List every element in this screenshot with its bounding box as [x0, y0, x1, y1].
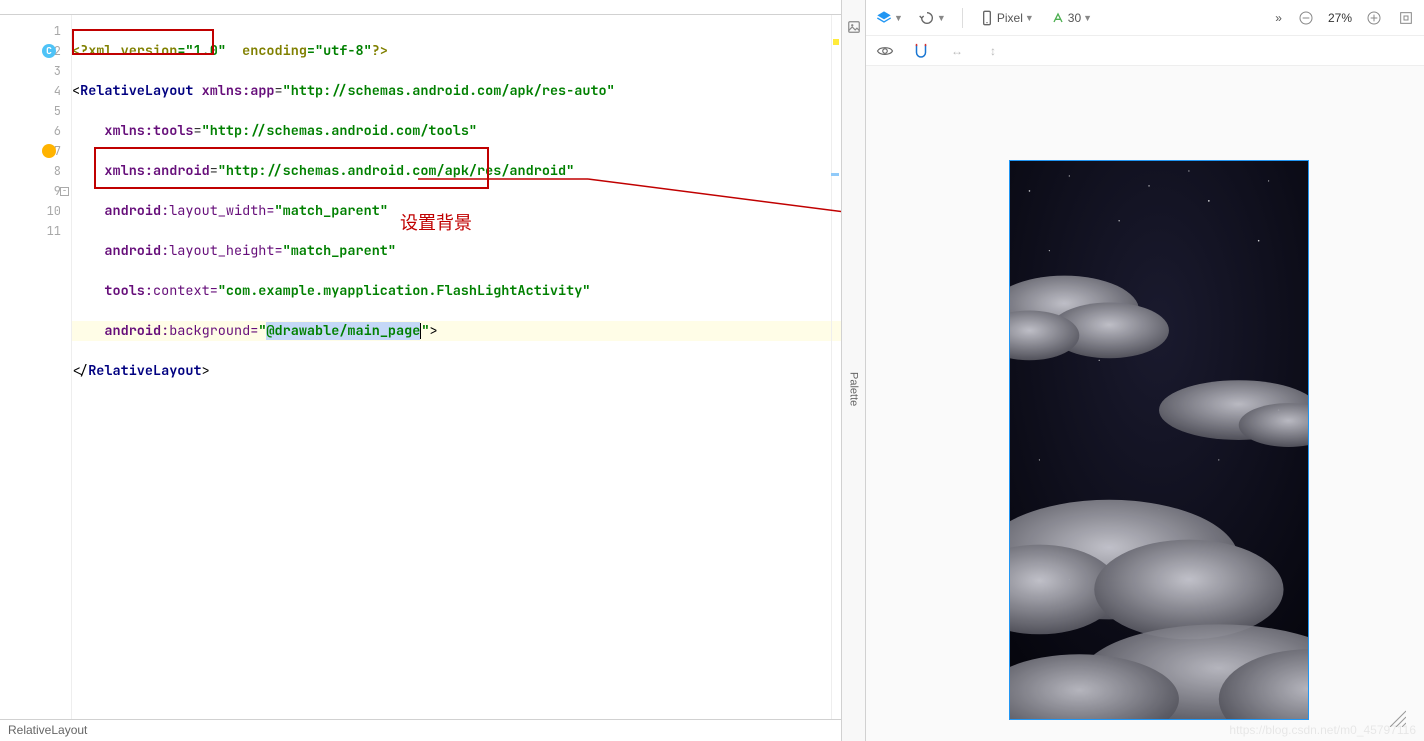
zoom-out-button[interactable]	[1296, 8, 1316, 28]
zoom-label: 27%	[1328, 11, 1352, 25]
zoom-fit-button[interactable]	[1396, 8, 1416, 28]
api-label: 30	[1068, 11, 1081, 25]
marker-selection[interactable]	[831, 173, 839, 176]
preview-toolbar-2: ↔ ↕	[866, 36, 1424, 66]
line-number: 7	[0, 141, 71, 161]
tab-2[interactable]	[36, 10, 60, 14]
expand-horizontal-icon[interactable]: ↔	[948, 42, 966, 60]
code-area[interactable]: 1 C 2 3 4 5 6 7 8 - 9 10 11	[0, 15, 841, 719]
line-number: 1	[0, 21, 71, 41]
tab-1[interactable]	[8, 10, 32, 14]
preview-pane: Palette ▼ ▼ Pixel ▼	[842, 0, 1424, 741]
fold-icon[interactable]: -	[60, 187, 69, 196]
right-margin	[831, 15, 841, 719]
chevron-down-icon: ▼	[894, 13, 903, 23]
device-label: Pixel	[997, 11, 1023, 25]
class-gutter-icon[interactable]: C	[42, 44, 56, 58]
design-canvas[interactable]: https://blog.csdn.net/m0_45797116	[866, 66, 1424, 741]
line-number: 4	[0, 81, 71, 101]
palette-label: Palette	[848, 372, 860, 406]
line-number: 10	[0, 201, 71, 221]
more-icon[interactable]: »	[1273, 9, 1284, 27]
chevron-down-icon: ▼	[1083, 13, 1092, 23]
zoom-in-button[interactable]	[1364, 8, 1384, 28]
eye-icon[interactable]	[876, 42, 894, 60]
background-preview-image	[1010, 161, 1308, 719]
device-preview[interactable]	[1009, 160, 1309, 720]
palette-sidebar[interactable]: Palette	[842, 0, 866, 741]
line-number: - 9	[0, 181, 71, 201]
magnet-icon[interactable]	[912, 42, 930, 60]
chevron-down-icon: ▼	[937, 13, 946, 23]
preview-toolbar: ▼ ▼ Pixel ▼ 30 ▼ »	[866, 0, 1424, 36]
tab-bar	[0, 0, 841, 15]
palette-icon[interactable]	[847, 20, 861, 34]
tab-3[interactable]	[64, 10, 88, 14]
marker-warning[interactable]	[833, 39, 839, 45]
line-number: 6	[0, 121, 71, 141]
line-number: 11	[0, 221, 71, 241]
orientation-button[interactable]: ▼	[917, 8, 948, 28]
line-number: 8	[0, 161, 71, 181]
line-number: C 2	[0, 41, 71, 61]
chevron-down-icon: ▼	[1025, 13, 1034, 23]
line-number: 3	[0, 61, 71, 81]
design-surface-button[interactable]: ▼	[874, 8, 905, 28]
breadcrumb[interactable]: RelativeLayout	[0, 719, 841, 741]
gutter: 1 C 2 3 4 5 6 7 8 - 9 10 11	[0, 15, 72, 719]
code-text[interactable]: <?xml version="1.0" encoding="utf-8"?> <…	[72, 15, 841, 719]
editor-pane: 1 C 2 3 4 5 6 7 8 - 9 10 11	[0, 0, 842, 741]
line-number: 5	[0, 101, 71, 121]
warning-gutter-icon[interactable]	[42, 144, 56, 158]
expand-vertical-icon[interactable]: ↕	[984, 42, 1002, 60]
device-button[interactable]: Pixel ▼	[977, 8, 1036, 28]
api-button[interactable]: 30 ▼	[1048, 8, 1094, 28]
watermark: https://blog.csdn.net/m0_45797116	[1229, 723, 1416, 737]
